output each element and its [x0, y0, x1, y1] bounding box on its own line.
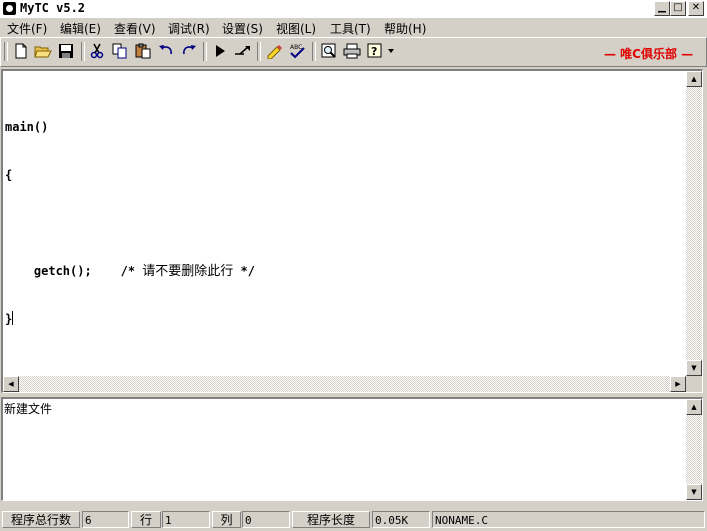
help-icon[interactable]: ? — [365, 41, 385, 61]
scroll-down-icon[interactable]: ▼ — [686, 484, 702, 500]
menu-settings[interactable]: 设置(S) — [222, 20, 263, 37]
print-icon[interactable] — [342, 41, 362, 61]
title-bar: MyTC v5.2 ▁ □ ✕ — [0, 0, 707, 18]
editor-vertical-scrollbar[interactable]: ▲ ▼ — [686, 71, 702, 376]
output-panel[interactable]: 新建文件 ▲ ▼ — [1, 397, 703, 501]
total-lines-value: 6 — [82, 511, 129, 528]
menu-debug[interactable]: 调试(R) — [168, 20, 210, 37]
code-line: { — [5, 168, 13, 182]
menu-help[interactable]: 帮助(H) — [384, 20, 426, 37]
undo-icon[interactable] — [156, 41, 176, 61]
code-text[interactable]: main() { getch(); /* 请不要删除此行 */ } — [5, 87, 685, 359]
code-closing-brace: } — [5, 312, 13, 326]
save-icon[interactable] — [56, 41, 76, 61]
maximize-button[interactable]: □ — [670, 1, 686, 16]
editor-horizontal-scrollbar[interactable]: ◀ ▶ — [3, 376, 686, 392]
spell-check-icon[interactable]: ABC — [287, 41, 307, 61]
window-title: MyTC v5.2 — [20, 1, 86, 15]
dropdown-icon[interactable] — [385, 41, 397, 61]
redo-icon[interactable] — [179, 41, 199, 61]
scroll-left-icon[interactable]: ◀ — [3, 376, 19, 392]
text-caret — [12, 311, 14, 325]
preview-icon[interactable] — [319, 41, 339, 61]
scroll-up-icon[interactable]: ▲ — [686, 71, 702, 87]
paste-icon[interactable] — [133, 41, 153, 61]
menu-view[interactable]: 查看(V) — [114, 20, 156, 37]
code-statement: getch(); /* — [5, 264, 143, 278]
app-icon[interactable] — [3, 2, 16, 15]
toolbar-grip — [4, 42, 8, 61]
status-bar: 程序总行数 6 行 1 列 0 程序长度 0.05K NONAME.C — [0, 509, 707, 531]
length-value: 0.05K — [372, 511, 430, 528]
length-label: 程序长度 — [292, 511, 370, 528]
run-icon[interactable] — [210, 41, 230, 61]
cut-icon[interactable] — [87, 41, 107, 61]
toolbar-separator — [81, 42, 85, 61]
menu-file[interactable]: 文件(F) — [7, 20, 47, 37]
toolbar-separator — [203, 42, 207, 61]
code-line: } — [5, 311, 685, 327]
menu-window[interactable]: 视图(L) — [276, 20, 316, 37]
code-line: main() — [5, 120, 49, 134]
brand-label: — 唯C俱乐部 — — [604, 47, 694, 61]
svg-text:?: ? — [371, 45, 377, 58]
toolbar: ABC ? — 唯C俱乐部 — — [0, 37, 707, 67]
highlight-icon[interactable] — [264, 41, 284, 61]
open-folder-icon[interactable] — [33, 41, 53, 61]
output-vertical-scrollbar[interactable]: ▲ ▼ — [686, 399, 702, 500]
code-comment-end: */ — [233, 264, 255, 278]
total-lines-label: 程序总行数 — [2, 511, 80, 528]
menu-bar: 文件(F) 编辑(E) 查看(V) 调试(R) 设置(S) 视图(L) 工具(T… — [0, 18, 707, 36]
toolbar-separator — [312, 42, 316, 61]
toolbar-separator — [257, 42, 261, 61]
minimize-button[interactable]: ▁ — [654, 1, 670, 16]
scrollbar-corner — [686, 376, 702, 392]
menu-tools[interactable]: 工具(T) — [330, 20, 371, 37]
row-value: 1 — [162, 511, 210, 528]
code-comment-text: 请不要删除此行 — [142, 264, 234, 279]
new-file-icon[interactable] — [11, 41, 31, 61]
code-line: getch(); /* 请不要删除此行 */ — [5, 263, 685, 279]
close-button[interactable]: ✕ — [688, 1, 704, 16]
filename-field: NONAME.C — [432, 511, 705, 528]
code-editor[interactable]: main() { getch(); /* 请不要删除此行 */ } ▲ ▼ ◀ … — [1, 69, 703, 393]
output-message: 新建文件 — [4, 402, 53, 416]
scroll-down-icon[interactable]: ▼ — [686, 360, 702, 376]
menu-edit[interactable]: 编辑(E) — [60, 20, 101, 37]
step-icon[interactable] — [233, 41, 253, 61]
scroll-up-icon[interactable]: ▲ — [686, 399, 702, 415]
row-label: 行 — [131, 511, 161, 528]
scroll-right-icon[interactable]: ▶ — [670, 376, 686, 392]
svg-text:ABC: ABC — [290, 44, 302, 51]
col-label: 列 — [212, 511, 241, 528]
copy-icon[interactable] — [110, 41, 130, 61]
col-value: 0 — [242, 511, 290, 528]
